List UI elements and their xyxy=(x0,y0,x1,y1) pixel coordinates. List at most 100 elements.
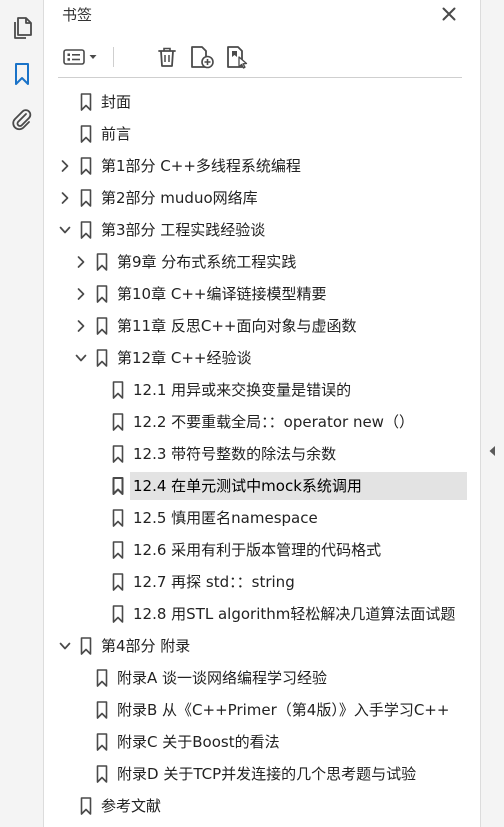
bookmark-icon xyxy=(80,93,92,111)
bookmark-item[interactable]: 12.1 用异或来交换变量是错误的 xyxy=(44,374,480,406)
list-options-icon xyxy=(62,49,85,65)
bookmark-item[interactable]: 第1部分 C++多线程系统编程 xyxy=(44,150,480,182)
bookmark-label: 12.4 在单元测试中mock系统调用 xyxy=(133,477,362,495)
bookmark-tree: 封面前言第1部分 C++多线程系统编程 第2部分 muduo网络库 第3部分 工程实… xyxy=(44,86,480,822)
bookmark-icon xyxy=(80,157,92,175)
bookmark-label: 第3部分 工程实践经验谈 xyxy=(101,221,266,239)
bookmark-icon xyxy=(112,573,124,591)
bookmark-icon xyxy=(80,221,92,239)
bookmark-item[interactable]: 12.8 用STL algorithm轻松解决几道算法面试题 xyxy=(44,598,480,630)
bookmark-label: 附录A 谈一谈网络编程学习经验 xyxy=(117,669,328,687)
bookmark-label: 12.1 用异或来交换变量是错误的 xyxy=(133,381,352,399)
bookmark-item[interactable]: 前言 xyxy=(44,118,480,150)
bookmark-item[interactable]: 12.3 带符号整数的除法与余数 xyxy=(44,438,480,470)
left-nav-rail xyxy=(0,0,44,827)
bookmark-item[interactable]: 附录D 关于TCP并发连接的几个思考题与试验 xyxy=(44,758,480,790)
bookmark-label: 12.6 采用有利于版本管理的代码格式 xyxy=(133,541,382,559)
add-bookmark-button[interactable] xyxy=(188,44,216,70)
bookmark-label: 12.7 再探 std：：string xyxy=(133,573,295,591)
bookmark-label: 参考文献 xyxy=(101,797,162,815)
bookmark-icon xyxy=(96,733,108,751)
bookmark-item[interactable]: 12.2 不要重载全局：：operator new（） xyxy=(44,406,480,438)
new-bookmark-icon xyxy=(191,46,214,69)
chevron-right-icon[interactable] xyxy=(74,318,88,334)
bookmark-item[interactable]: 12.6 采用有利于版本管理的代码格式 xyxy=(44,534,480,566)
bookmark-icon xyxy=(96,285,108,303)
bookmarks-panel: 书签 封面 前言 第1部分 C++多线程系统编程 第2部分 muduo网络库 第… xyxy=(44,0,480,827)
bookmark-label: 第1部分 C++多线程系统编程 xyxy=(101,157,301,175)
toolbar-separator xyxy=(113,47,114,67)
bookmark-item[interactable]: 12.7 再探 std：：string xyxy=(44,566,480,598)
trash-icon xyxy=(158,47,176,67)
bookmark-label: 前言 xyxy=(101,125,132,143)
bookmark-item[interactable]: 第10章 C++编译链接模型精要 xyxy=(44,278,480,310)
bookmark-item[interactable]: 12.4 在单元测试中mock系统调用 xyxy=(44,470,480,502)
pages-panel-button[interactable] xyxy=(8,14,36,42)
bookmark-label: 第4部分 附录 xyxy=(101,637,191,655)
chevron-down-icon[interactable] xyxy=(74,350,88,366)
pages-icon xyxy=(14,17,32,39)
bookmark-item[interactable]: 第4部分 附录 xyxy=(44,630,480,662)
bookmark-item[interactable]: 第3部分 工程实践经验谈 xyxy=(44,214,480,246)
bookmark-icon xyxy=(112,381,124,399)
bookmark-icon xyxy=(80,125,92,143)
bookmark-item[interactable]: 附录C 关于Boost的看法 xyxy=(44,726,480,758)
bookmark-item[interactable]: 附录A 谈一谈网络编程学习经验 xyxy=(44,662,480,694)
bookmark-label: 第12章 C++经验谈 xyxy=(117,349,252,367)
bookmark-icon xyxy=(112,541,124,559)
bookmark-cursor-icon xyxy=(227,46,248,69)
bookmark-icon xyxy=(112,413,124,431)
bookmark-label: 第11章 反思C++面向对象与虚函数 xyxy=(117,317,357,335)
bookmark-icon xyxy=(15,63,29,85)
chevron-down-icon xyxy=(89,55,96,59)
bookmark-icon xyxy=(112,605,124,623)
bookmark-icon xyxy=(80,637,92,655)
chevron-right-icon[interactable] xyxy=(58,190,72,206)
bookmark-settings-button[interactable] xyxy=(224,44,252,70)
bookmark-label: 附录B 从《C++Primer（第4版）》入手学习C++ xyxy=(117,701,450,719)
bookmark-label: 第9章 分布式系统工程实践 xyxy=(117,253,297,271)
bookmark-label: 附录D 关于TCP并发连接的几个思考题与试验 xyxy=(117,765,417,783)
chevron-right-icon[interactable] xyxy=(74,286,88,302)
options-menu-button[interactable] xyxy=(60,44,100,70)
bookmark-icon xyxy=(96,669,108,687)
bookmark-icon xyxy=(96,349,108,367)
collapse-panel-button[interactable] xyxy=(484,441,500,461)
bookmark-item[interactable]: 第11章 反思C++面向对象与虚函数 xyxy=(44,310,480,342)
bookmark-icon xyxy=(80,189,92,207)
bookmark-label: 第2部分 muduo网络库 xyxy=(101,189,258,207)
bookmark-item[interactable]: 参考文献 xyxy=(44,790,480,822)
bookmark-item[interactable]: 附录B 从《C++Primer（第4版）》入手学习C++ xyxy=(44,694,480,726)
bookmark-icon xyxy=(96,253,108,271)
bookmark-item[interactable]: 第12章 C++经验谈 xyxy=(44,342,480,374)
delete-bookmark-button[interactable] xyxy=(154,44,180,70)
bookmark-label: 12.3 带符号整数的除法与余数 xyxy=(133,445,337,463)
bookmark-label: 12.8 用STL algorithm轻松解决几道算法面试题 xyxy=(133,605,456,623)
right-collapse-strip xyxy=(480,0,504,827)
bookmark-item[interactable]: 封面 xyxy=(44,86,480,118)
close-panel-button[interactable] xyxy=(438,3,460,25)
attachments-panel-button[interactable] xyxy=(8,106,36,134)
bookmark-item[interactable]: 第2部分 muduo网络库 xyxy=(44,182,480,214)
close-icon xyxy=(442,7,456,21)
bookmark-label: 12.2 不要重载全局：：operator new（） xyxy=(133,413,414,431)
chevron-right-icon[interactable] xyxy=(58,158,72,174)
bookmark-item[interactable]: 第9章 分布式系统工程实践 xyxy=(44,246,480,278)
bookmark-label: 附录C 关于Boost的看法 xyxy=(117,733,280,751)
bookmark-item[interactable]: 12.5 慎用匿名namespace xyxy=(44,502,480,534)
bookmark-icon xyxy=(96,701,108,719)
chevron-down-icon[interactable] xyxy=(58,222,72,238)
paperclip-icon xyxy=(12,109,32,131)
bookmark-icon xyxy=(112,445,124,463)
caret-left-icon xyxy=(489,446,495,456)
bookmarks-panel-button[interactable] xyxy=(8,60,36,88)
bookmark-icon xyxy=(96,765,108,783)
bookmark-label: 封面 xyxy=(101,93,132,111)
panel-title: 书签 xyxy=(62,6,93,24)
bookmark-label: 第10章 C++编译链接模型精要 xyxy=(117,285,327,303)
bookmark-icon xyxy=(96,317,108,335)
chevron-right-icon[interactable] xyxy=(74,254,88,270)
chevron-down-icon[interactable] xyxy=(58,638,72,654)
bookmark-icon xyxy=(112,477,124,495)
panel-header: 书签 xyxy=(44,0,480,30)
